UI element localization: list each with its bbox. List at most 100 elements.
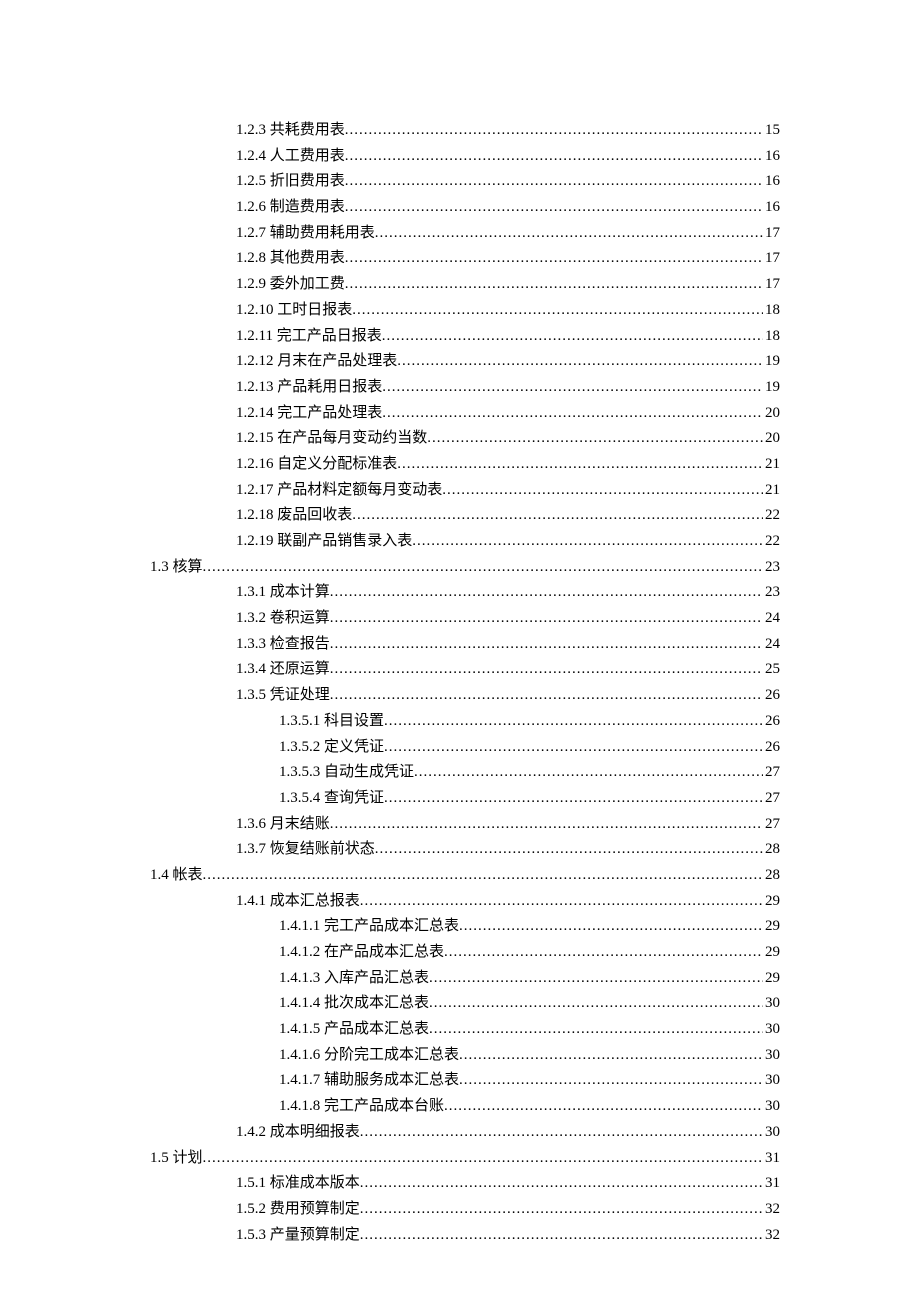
toc-entry: 1.3.5.2 定义凭证 26 [150,735,780,761]
toc-entry: 1.4.1.8 完工产品成本台账 30 [150,1094,780,1120]
toc-entry-label: 1.4.1.7 辅助服务成本汇总表 [279,1068,459,1094]
toc-entry-page: 30 [763,1068,780,1094]
toc-leader-dots [382,401,763,427]
toc-entry: 1.4.1.4 批次成本汇总表 30 [150,991,780,1017]
toc-leader-dots [345,169,763,195]
toc-entry-page: 29 [763,940,780,966]
toc-entry-page: 18 [763,324,780,350]
toc-entry-label: 1.2.14 完工产品处理表 [236,401,382,427]
toc-leader-dots [427,426,763,452]
toc-leader-dots [459,1068,763,1094]
toc-entry-label: 1.4 帐表 [150,863,203,889]
toc-entry-label: 1.2.10 工时日报表 [236,298,352,324]
toc-entry-page: 24 [763,632,780,658]
toc-leader-dots [384,786,763,812]
toc-entry-page: 24 [763,606,780,632]
toc-leader-dots [429,991,763,1017]
toc-entry-page: 25 [763,657,780,683]
toc-entry-label: 1.5.3 产量预算制定 [236,1223,360,1249]
toc-entry-label: 1.2.5 折旧费用表 [236,169,345,195]
toc-leader-dots [360,1171,763,1197]
toc-entry: 1.2.18 废品回收表22 [150,503,780,529]
toc-entry-label: 1.4.1.5 产品成本汇总表 [279,1017,429,1043]
toc-entry-label: 1.3.7 恢复结账前状态 [236,837,375,863]
toc-entry-label: 1.5.2 费用预算制定 [236,1197,360,1223]
toc-leader-dots [397,349,763,375]
toc-entry: 1.4.2 成本明细报表30 [150,1120,780,1146]
toc-entry-label: 1.3.5.3 自动生成凭证 [279,760,414,786]
table-of-contents: 1.2.3 共耗费用表151.2.4 人工费用表161.2.5 折旧费用表161… [150,118,780,1248]
toc-leader-dots [459,914,763,940]
toc-leader-dots [442,478,763,504]
toc-entry-label: 1.5.1 标准成本版本 [236,1171,360,1197]
toc-entry-page: 20 [763,426,780,452]
toc-entry-page: 17 [763,246,780,272]
toc-leader-dots [330,812,763,838]
toc-entry-page: 30 [763,1094,780,1120]
toc-entry-page: 17 [763,221,780,247]
toc-entry: 1.2.4 人工费用表16 [150,144,780,170]
toc-leader-dots [360,889,763,915]
toc-entry: 1.3.5.3 自动生成凭证27 [150,760,780,786]
toc-leader-dots [203,555,763,581]
toc-leader-dots [444,940,763,966]
toc-entry: 1.2.5 折旧费用表16 [150,169,780,195]
toc-leader-dots [382,324,763,350]
toc-entry: 1.2.9 委外加工费17 [150,272,780,298]
toc-entry-label: 1.4.1.8 完工产品成本台账 [279,1094,444,1120]
toc-entry-page: 29 [763,914,780,940]
toc-entry: 1.2.10 工时日报表 18 [150,298,780,324]
toc-entry: 1.2.6 制造费用表16 [150,195,780,221]
toc-leader-dots [375,221,763,247]
toc-entry-page: 30 [763,991,780,1017]
toc-entry-page: 30 [763,1017,780,1043]
toc-entry-label: 1.5 计划 [150,1146,203,1172]
toc-entry-label: 1.3.5.2 定义凭证 [279,735,384,761]
toc-entry-label: 1.3.5 凭证处理 [236,683,330,709]
toc-entry: 1.3.2 卷积运算 24 [150,606,780,632]
toc-entry-page: 21 [763,478,780,504]
toc-leader-dots [382,375,763,401]
toc-entry-label: 1.3.2 卷积运算 [236,606,330,632]
toc-entry: 1.2.14 完工产品处理表20 [150,401,780,427]
toc-entry-label: 1.3 核算 [150,555,203,581]
toc-entry-page: 16 [763,144,780,170]
toc-leader-dots [360,1223,763,1249]
toc-leader-dots [345,272,763,298]
toc-entry-page: 22 [763,529,780,555]
toc-leader-dots [397,452,763,478]
toc-entry: 1.3.5.4 查询凭证27 [150,786,780,812]
toc-entry-page: 27 [763,812,780,838]
toc-leader-dots [444,1094,763,1120]
toc-entry: 1.2.8 其他费用表17 [150,246,780,272]
toc-entry-label: 1.3.5.1 科目设置 [279,709,384,735]
toc-entry: 1.3.5 凭证处理26 [150,683,780,709]
toc-entry-page: 29 [763,966,780,992]
toc-leader-dots [414,760,763,786]
toc-entry: 1.5.3 产量预算制定 32 [150,1223,780,1249]
toc-entry-label: 1.2.15 在产品每月变动约当数 [236,426,427,452]
toc-leader-dots [429,1017,763,1043]
toc-entry-label: 1.3.3 检查报告 [236,632,330,658]
toc-entry-page: 22 [763,503,780,529]
toc-entry-page: 19 [763,375,780,401]
toc-entry-page: 26 [763,735,780,761]
toc-entry-label: 1.2.6 制造费用表 [236,195,345,221]
toc-entry-label: 1.2.12 月末在产品处理表 [236,349,397,375]
toc-leader-dots [384,709,763,735]
toc-leader-dots [345,246,763,272]
toc-leader-dots [429,966,763,992]
toc-leader-dots [345,144,763,170]
toc-entry-page: 32 [763,1223,780,1249]
toc-entry-label: 1.3.5.4 查询凭证 [279,786,384,812]
toc-entry: 1.2.19 联副产品销售录入表22 [150,529,780,555]
toc-entry: 1.3.5.1 科目设置 26 [150,709,780,735]
toc-entry: 1.2.13 产品耗用日报表19 [150,375,780,401]
toc-entry-label: 1.4.1.4 批次成本汇总表 [279,991,429,1017]
toc-entry: 1.4.1.6 分阶完工成本汇总表30 [150,1043,780,1069]
toc-entry-page: 26 [763,709,780,735]
toc-entry-label: 1.4.1.2 在产品成本汇总表 [279,940,444,966]
toc-entry-page: 18 [763,298,780,324]
toc-leader-dots [330,606,763,632]
toc-entry-label: 1.2.9 委外加工费 [236,272,345,298]
